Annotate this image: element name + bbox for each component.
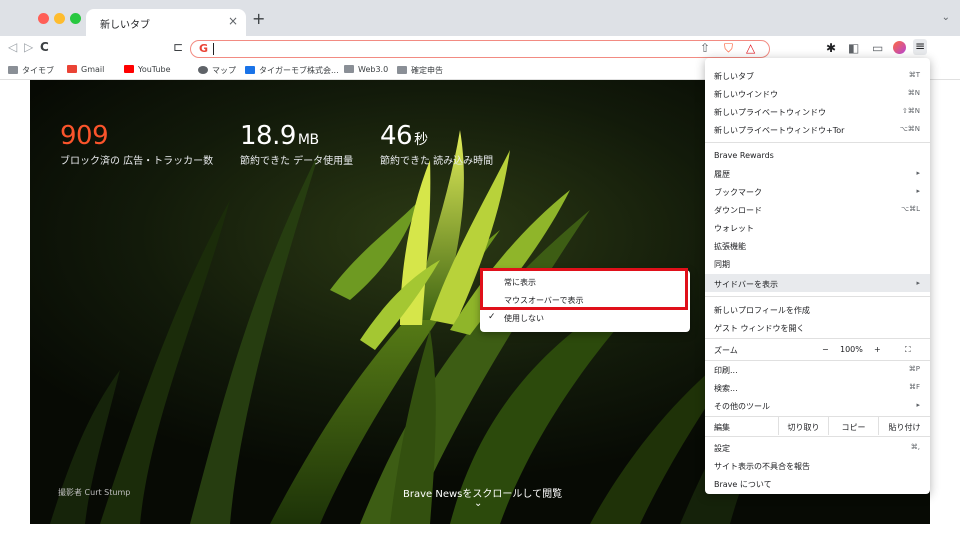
site-icon bbox=[245, 66, 255, 74]
menu-item-edit: 編集 切り取り コピー 貼り付け bbox=[705, 417, 930, 435]
sidebar-icon[interactable]: ◧ bbox=[848, 41, 859, 55]
forward-icon[interactable]: ▷ bbox=[24, 40, 33, 54]
maps-icon bbox=[198, 66, 208, 74]
stat-time-saved-label: 節約できた 読み込み時間 bbox=[380, 156, 494, 167]
close-window-button[interactable] bbox=[38, 13, 49, 24]
google-icon: G bbox=[199, 42, 209, 55]
menu-separator bbox=[705, 296, 930, 297]
menu-item-about-brave[interactable]: Brave について bbox=[705, 474, 930, 492]
tab-search-icon[interactable]: ⌄ bbox=[942, 12, 950, 23]
zoom-level: 100% bbox=[840, 345, 863, 354]
bookmark-item[interactable]: タイモブ bbox=[8, 65, 54, 76]
tab-title: 新しいタブ bbox=[100, 20, 150, 31]
bookmark-item[interactable]: マップ bbox=[198, 65, 236, 76]
reload-icon[interactable]: C bbox=[40, 40, 49, 54]
share-icon[interactable]: ⇧ bbox=[700, 41, 710, 55]
bookmark-item[interactable]: 確定申告 bbox=[397, 65, 443, 76]
bookmark-icon[interactable]: ⊏ bbox=[173, 40, 183, 54]
profile-avatar[interactable] bbox=[893, 41, 906, 54]
text-cursor bbox=[213, 43, 214, 55]
tab-new-tab[interactable]: 新しいタブ × bbox=[86, 9, 246, 36]
submenu-item-never[interactable]: ✓ 使用しない bbox=[480, 310, 690, 326]
fullscreen-icon[interactable]: ⛶ bbox=[905, 345, 911, 355]
menu-item-brave-rewards[interactable]: Brave Rewards bbox=[705, 146, 930, 164]
minimize-window-button[interactable] bbox=[54, 13, 65, 24]
folder-icon bbox=[344, 65, 354, 73]
gmail-icon bbox=[67, 65, 77, 73]
menu-item-history[interactable]: 履歴 ▸ bbox=[705, 164, 930, 182]
bookmark-item[interactable]: Gmail bbox=[67, 65, 104, 74]
stat-ads-blocked-value: 909 bbox=[60, 121, 109, 151]
checkmark-icon: ✓ bbox=[488, 312, 496, 322]
copy-button[interactable]: コピー bbox=[828, 417, 878, 435]
cut-button[interactable]: 切り取り bbox=[778, 417, 828, 435]
brave-rewards-icon[interactable]: △ bbox=[746, 41, 755, 55]
stat-data-saved-label: 節約できた データ使用量 bbox=[240, 156, 354, 167]
menu-item-sync[interactable]: 同期 bbox=[705, 254, 930, 272]
submenu-item-always-show[interactable]: 常に表示 bbox=[480, 274, 690, 290]
stat-time-saved-value: 46 秒 bbox=[380, 121, 428, 151]
zoom-in-button[interactable]: + bbox=[874, 345, 881, 354]
menu-item-print[interactable]: 印刷... ⌘P bbox=[705, 360, 930, 378]
menu-item-report-broken-site[interactable]: サイト表示の不具合を報告 bbox=[705, 456, 930, 474]
menu-item-new-private-window-tor[interactable]: 新しいプライベートウィンドウ+Tor ⌥⌘N bbox=[705, 120, 930, 138]
paste-button[interactable]: 貼り付け bbox=[878, 417, 930, 435]
app-menu: 新しいタブ ⌘T 新しいウインドウ ⌘N 新しいプライベートウィンドウ ⇧⌘N 新しい… bbox=[705, 58, 930, 494]
zoom-out-button[interactable]: − bbox=[822, 345, 829, 354]
photo-credit[interactable]: 撮影者 Curt Stump bbox=[58, 487, 130, 498]
browser-window: 新しいタブ × + ⌄ ◁ ▷ C ⊏ G ⇧ ⛉ △ ✱ ◧ ▭ ≡ タイモブ… bbox=[0, 0, 960, 540]
maximize-window-button[interactable] bbox=[70, 13, 81, 24]
new-tab-button[interactable]: + bbox=[252, 9, 265, 28]
menu-icon[interactable]: ≡ bbox=[913, 39, 927, 55]
stat-ads-blocked-label: ブロック済の 広告・トラッカー数 bbox=[60, 156, 214, 167]
menu-separator bbox=[705, 338, 930, 339]
sidebar-submenu: 常に表示 マウスオーバーで表示 ✓ 使用しない bbox=[480, 270, 690, 332]
brave-shields-icon[interactable]: ⛉ bbox=[724, 41, 733, 56]
menu-item-guest-window[interactable]: ゲスト ウィンドウを開く bbox=[705, 318, 930, 336]
chevron-down-icon[interactable]: ⌄ bbox=[474, 498, 482, 509]
menu-item-downloads[interactable]: ダウンロード ⌥⌘L bbox=[705, 200, 930, 218]
menu-item-create-profile[interactable]: 新しいプロフィールを作成 bbox=[705, 300, 930, 318]
youtube-icon bbox=[124, 65, 134, 73]
tab-close-icon[interactable]: × bbox=[228, 14, 238, 28]
menu-separator bbox=[705, 436, 930, 437]
brave-news-prompt[interactable]: Brave Newsをスクロールして閲覧 bbox=[403, 485, 562, 500]
menu-item-extensions[interactable]: 拡張機能 bbox=[705, 236, 930, 254]
folder-icon bbox=[397, 66, 407, 74]
menu-item-zoom: ズーム − 100% + ⛶ bbox=[714, 345, 911, 355]
wallet-icon[interactable]: ▭ bbox=[872, 41, 883, 55]
menu-item-new-private-window[interactable]: 新しいプライベートウィンドウ ⇧⌘N bbox=[705, 102, 930, 120]
menu-item-wallet[interactable]: ウォレット bbox=[705, 218, 930, 236]
address-bar[interactable]: G bbox=[190, 40, 770, 58]
submenu-item-show-on-hover[interactable]: マウスオーバーで表示 bbox=[480, 292, 690, 308]
tab-strip: 新しいタブ × + ⌄ bbox=[0, 0, 960, 36]
extensions-icon[interactable]: ✱ bbox=[826, 41, 836, 55]
bookmark-item[interactable]: YouTube bbox=[124, 65, 171, 74]
bookmark-item[interactable]: Web3.0 bbox=[344, 65, 388, 74]
menu-separator bbox=[705, 142, 930, 143]
menu-item-more-tools[interactable]: その他のツール ▸ bbox=[705, 396, 930, 414]
folder-icon bbox=[8, 66, 18, 74]
menu-item-show-sidebar[interactable]: サイドバーを表示 ▸ bbox=[705, 274, 930, 292]
menu-item-settings[interactable]: 設定 ⌘, bbox=[705, 438, 930, 456]
menu-item-find[interactable]: 検索... ⌘F bbox=[705, 378, 930, 396]
bookmark-item[interactable]: タイガーモブ株式会... bbox=[245, 65, 339, 76]
back-icon[interactable]: ◁ bbox=[8, 40, 17, 54]
menu-item-new-window[interactable]: 新しいウインドウ ⌘N bbox=[705, 84, 930, 102]
menu-item-bookmarks[interactable]: ブックマーク ▸ bbox=[705, 182, 930, 200]
stat-data-saved-value: 18.9 MB bbox=[240, 121, 319, 151]
menu-item-new-tab[interactable]: 新しいタブ ⌘T bbox=[705, 66, 930, 84]
